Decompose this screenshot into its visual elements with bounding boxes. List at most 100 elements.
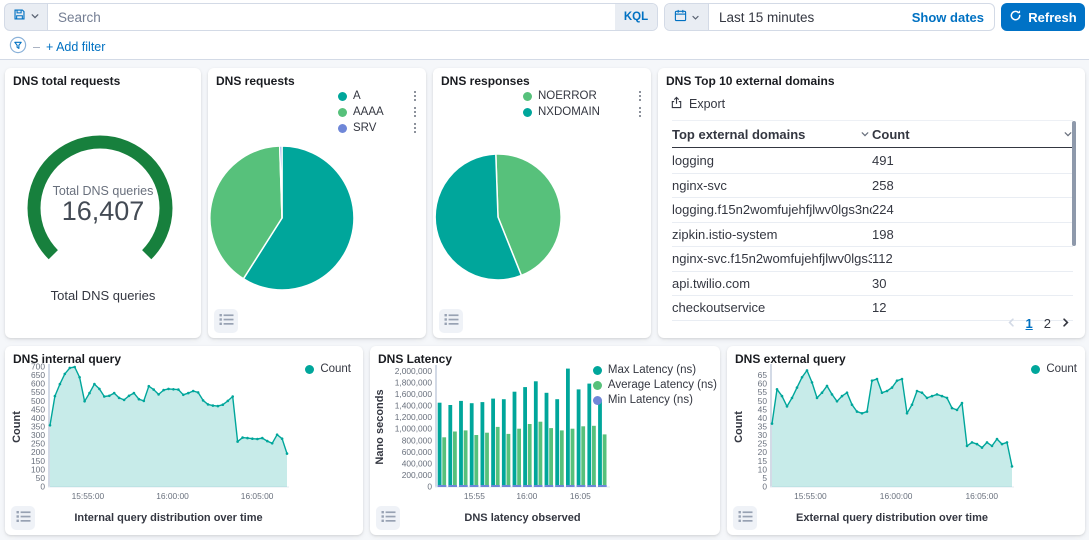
legend-dot: [338, 124, 347, 133]
top-bar: KQL Last 15 minutes Show dates: [0, 0, 1089, 60]
pagination: 12: [1006, 316, 1071, 331]
column-header-count[interactable]: Count: [872, 127, 1073, 142]
refresh-button[interactable]: Refresh: [1001, 3, 1085, 31]
svg-text:16:00:00: 16:00:00: [156, 491, 189, 501]
legend-item-srv[interactable]: SRV: [338, 122, 416, 134]
legend-item-min-latency-ns-[interactable]: Min Latency (ns): [593, 394, 717, 406]
count-cell: 12: [872, 300, 1073, 315]
panel-dns-requests: DNS requests AAAAASRV: [208, 68, 426, 338]
svg-text:300: 300: [31, 430, 45, 440]
query-bar: KQL Last 15 minutes Show dates: [4, 3, 1085, 31]
svg-text:200: 200: [31, 447, 45, 457]
refresh-label: Refresh: [1028, 10, 1076, 25]
count-cell: 30: [872, 276, 1073, 291]
filter-icon[interactable]: [9, 36, 27, 59]
svg-text:1,200,000: 1,200,000: [395, 412, 433, 422]
legend-dot: [338, 92, 347, 101]
svg-text:400,000: 400,000: [402, 458, 433, 468]
date-picker-button[interactable]: [665, 4, 709, 30]
svg-text:30: 30: [758, 430, 768, 440]
legend-item-nxdomain[interactable]: NXDOMAIN: [523, 106, 641, 118]
count-cell: 198: [872, 227, 1073, 242]
time-range-value[interactable]: Last 15 minutes: [709, 10, 912, 25]
legend-item-count[interactable]: Count: [1031, 363, 1077, 375]
table-row: nginx-svc.f15n2womfujehfjlwv0lgs3no...11…: [672, 247, 1073, 272]
legend-item-noerror[interactable]: NOERROR: [523, 90, 641, 102]
legend-item-max-latency-ns-[interactable]: Max Latency (ns): [593, 364, 717, 376]
count-cell: 224: [872, 202, 1073, 217]
saved-query-menu-button[interactable]: [4, 3, 48, 31]
panel-top-external-domains: DNS Top 10 external domains Export Top e…: [658, 68, 1085, 338]
table-row: zipkin.istio-system198: [672, 223, 1073, 248]
svg-text:16:00:00: 16:00:00: [880, 491, 913, 501]
svg-text:0: 0: [427, 482, 432, 492]
search-input[interactable]: [48, 4, 615, 30]
x-axis-title: External query distribution over time: [772, 512, 1012, 524]
prev-page-icon[interactable]: [1006, 316, 1017, 331]
domains-table-body: logging491nginx-svc258logging.f15n2womfu…: [672, 149, 1073, 321]
legend-dot: [1031, 365, 1040, 374]
count-cell: 112: [872, 251, 1073, 266]
legend-item-aaaa[interactable]: AAAA: [338, 106, 416, 118]
legend-item-average-latency-ns-[interactable]: Average Latency (ns): [593, 379, 717, 391]
svg-text:15:55: 15:55: [464, 491, 485, 501]
legend-item-a[interactable]: A: [338, 90, 416, 102]
panel-dns-external-query: DNS external query 051015202530354045505…: [727, 346, 1085, 535]
list-icon: [16, 510, 31, 526]
svg-text:16:05: 16:05: [570, 491, 591, 501]
add-filter-link[interactable]: + Add filter: [46, 40, 105, 54]
svg-text:16:05:00: 16:05:00: [241, 491, 274, 501]
chart-legend: NOERROR NXDOMAIN: [523, 90, 641, 118]
page-button-1[interactable]: 1: [1026, 316, 1033, 331]
svg-text:65: 65: [758, 370, 768, 380]
legend-dot: [305, 365, 314, 374]
svg-text:200,000: 200,000: [402, 470, 433, 480]
svg-text:1,400,000: 1,400,000: [395, 401, 433, 411]
legend-options-icon[interactable]: [402, 123, 417, 134]
filter-bar: + Add filter: [9, 37, 105, 57]
svg-text:800,000: 800,000: [402, 435, 433, 445]
panel-dns-internal-query: DNS internal query 050100150200250300350…: [5, 346, 363, 535]
legend-options-icon[interactable]: [627, 91, 642, 102]
legend-label: SRV: [353, 122, 376, 134]
chevron-down-icon: [691, 10, 700, 25]
chevron-down-icon: [30, 8, 40, 26]
dns-dashboard: KQL Last 15 minutes Show dates: [0, 0, 1089, 540]
svg-text:45: 45: [758, 404, 768, 414]
svg-text:15: 15: [758, 456, 768, 466]
chevron-down-icon: [860, 127, 870, 142]
legend-label: Average Latency (ns): [608, 379, 717, 391]
legend-toggle-button[interactable]: [376, 506, 400, 530]
refresh-icon: [1009, 9, 1022, 25]
date-picker-control: Last 15 minutes Show dates: [664, 3, 995, 31]
next-page-icon[interactable]: [1060, 316, 1071, 331]
table-scrollbar[interactable]: [1072, 121, 1076, 246]
legend-label: A: [353, 90, 361, 102]
panel-dns-total-requests: DNS total requests Total DNS queries 16,…: [5, 68, 201, 338]
legend-toggle-button[interactable]: [214, 309, 238, 333]
export-label: Export: [689, 97, 725, 111]
column-label: Count: [872, 127, 910, 142]
legend-dot: [338, 108, 347, 117]
legend-toggle-button[interactable]: [733, 506, 757, 530]
legend-item-count[interactable]: Count: [305, 363, 351, 375]
page-button-2[interactable]: 2: [1044, 316, 1051, 331]
chart-legend: Count: [305, 363, 351, 375]
legend-dot: [593, 366, 602, 375]
legend-options-icon[interactable]: [627, 107, 642, 118]
show-dates-link[interactable]: Show dates: [912, 10, 994, 25]
kql-button[interactable]: KQL: [615, 4, 657, 30]
list-icon: [738, 510, 753, 526]
x-axis-title: Internal query distribution over time: [50, 512, 287, 524]
panel-title: DNS Top 10 external domains: [666, 74, 835, 88]
legend-toggle-button[interactable]: [439, 309, 463, 333]
legend-dot: [593, 381, 602, 390]
legend-options-icon[interactable]: [402, 107, 417, 118]
svg-text:0: 0: [762, 482, 767, 492]
domain-cell: nginx-svc.f15n2womfujehfjlwv0lgs3no...: [672, 251, 872, 266]
legend-toggle-button[interactable]: [11, 506, 35, 530]
svg-text:500: 500: [31, 396, 45, 406]
legend-options-icon[interactable]: [402, 91, 417, 102]
column-header-domains[interactable]: Top external domains: [672, 127, 872, 142]
export-button[interactable]: Export: [670, 96, 725, 112]
